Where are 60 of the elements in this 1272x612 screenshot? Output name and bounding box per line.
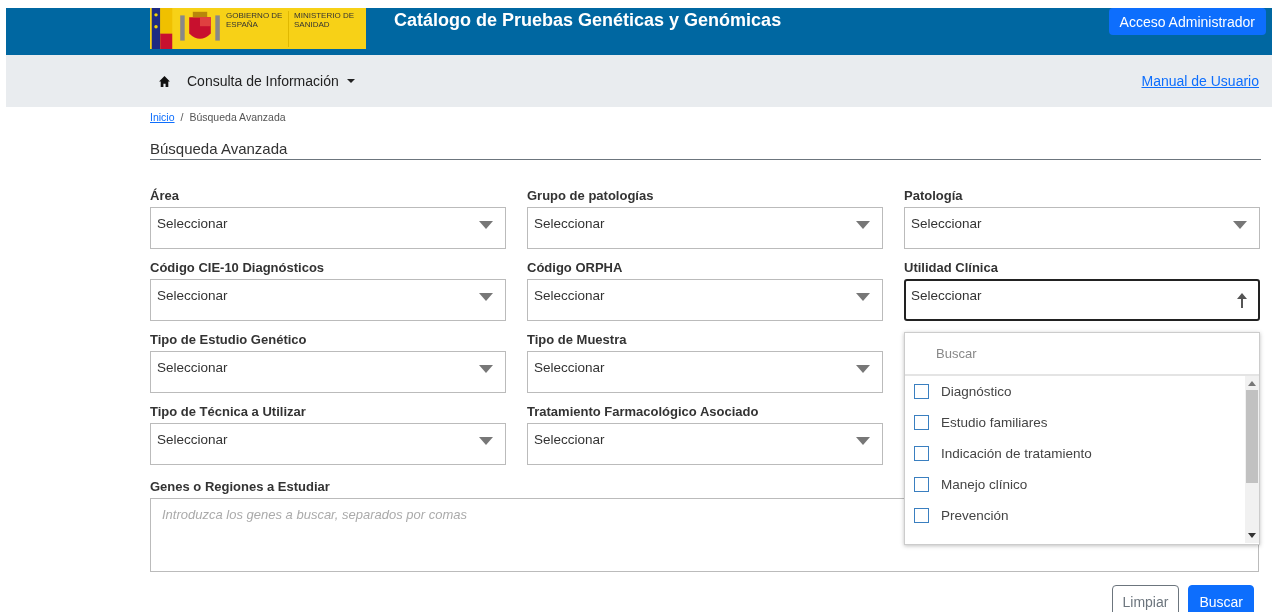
option-item[interactable]: Diagnóstico bbox=[905, 376, 1245, 407]
dropdown-arrow-icon bbox=[856, 221, 870, 229]
logo-text: MINISTERIO DE SANIDAD bbox=[288, 11, 356, 47]
select-field[interactable]: Seleccionar bbox=[527, 279, 883, 321]
select-field[interactable]: Seleccionar bbox=[150, 423, 506, 465]
checkbox[interactable] bbox=[914, 384, 929, 399]
site-title: Catálogo de Pruebas Genéticas y Genómicas bbox=[394, 10, 782, 31]
option-item[interactable]: Manejo clínico bbox=[905, 469, 1245, 500]
scroll-down-icon[interactable] bbox=[1248, 533, 1256, 539]
checkbox[interactable] bbox=[914, 446, 929, 461]
select-field[interactable]: Seleccionar bbox=[150, 351, 506, 393]
clear-button[interactable]: Limpiar bbox=[1111, 585, 1180, 612]
select-field[interactable]: Seleccionar bbox=[527, 423, 883, 465]
checkbox[interactable] bbox=[914, 415, 929, 430]
logo-text: GOBIERNO DE ESPAÑA bbox=[226, 11, 284, 30]
section-title: Búsqueda Avanzada bbox=[150, 126, 1261, 160]
field-label: Patología bbox=[904, 188, 964, 205]
breadcrumb-separator: / bbox=[180, 111, 184, 123]
dropdown-arrow-icon bbox=[856, 365, 870, 373]
information-menu[interactable]: Consulta de Información bbox=[181, 72, 361, 90]
field-label: Grupo de patologías bbox=[527, 188, 655, 205]
checkbox[interactable] bbox=[914, 508, 929, 523]
option-item[interactable]: Estudio familiares bbox=[905, 407, 1245, 438]
field-label: Tipo de Estudio Genético bbox=[150, 332, 308, 349]
option-item[interactable]: Prevención bbox=[905, 500, 1245, 531]
user-manual-link[interactable]: Manual de Usuario bbox=[1141, 73, 1259, 89]
field-label: Código CIE-10 Diagnósticos bbox=[150, 260, 326, 277]
caret-icon bbox=[346, 78, 355, 84]
field-label: Utilidad Clínica bbox=[904, 260, 999, 277]
flag-stripe-icon bbox=[150, 8, 174, 49]
search-button[interactable]: Buscar bbox=[1188, 585, 1254, 612]
breadcrumb-current: Búsqueda Avanzada bbox=[189, 111, 286, 123]
field-label: Área bbox=[150, 188, 180, 205]
search-field[interactable]: Buscar bbox=[905, 333, 1259, 376]
select-field[interactable]: Seleccionar bbox=[150, 279, 506, 321]
dropdown-arrow-icon bbox=[479, 365, 493, 373]
option-item[interactable]: Indicación de tratamiento bbox=[905, 438, 1245, 469]
field-label: Genes o Regiones a Estudiar bbox=[150, 479, 330, 496]
select-field[interactable]: Seleccionar bbox=[527, 351, 883, 393]
select-field[interactable]: Seleccionar bbox=[527, 207, 883, 249]
field-label: Código ORPHA bbox=[527, 260, 624, 277]
breadcrumb-link[interactable]: Inicio bbox=[150, 111, 175, 123]
dropdown-arrow-icon bbox=[479, 221, 493, 229]
dropdown-arrow-icon bbox=[856, 437, 870, 445]
select-field[interactable]: Seleccionar bbox=[904, 207, 1260, 249]
checkbox[interactable] bbox=[914, 477, 929, 492]
select-field[interactable]: Seleccionar bbox=[150, 207, 506, 249]
dropdown-arrow-icon bbox=[1233, 221, 1247, 229]
admin-access-button[interactable]: Acceso Administrador bbox=[1108, 8, 1266, 35]
scroll-up-icon[interactable] bbox=[1248, 380, 1256, 386]
field-label: Tipo de Muestra bbox=[527, 332, 628, 349]
home-icon[interactable] bbox=[158, 74, 171, 88]
select-field[interactable]: Seleccionar bbox=[904, 279, 1260, 321]
field-label: Tratamiento Farmacológico Asociado bbox=[527, 404, 760, 421]
dropdown-arrow-icon bbox=[479, 437, 493, 445]
field-label: Tipo de Técnica a Utilizar bbox=[150, 404, 307, 421]
dropdown-arrow-icon bbox=[479, 293, 493, 301]
dropdown-arrow-icon bbox=[856, 293, 870, 301]
scrollbar[interactable] bbox=[1245, 376, 1259, 543]
up-arrow-icon bbox=[1235, 291, 1249, 309]
